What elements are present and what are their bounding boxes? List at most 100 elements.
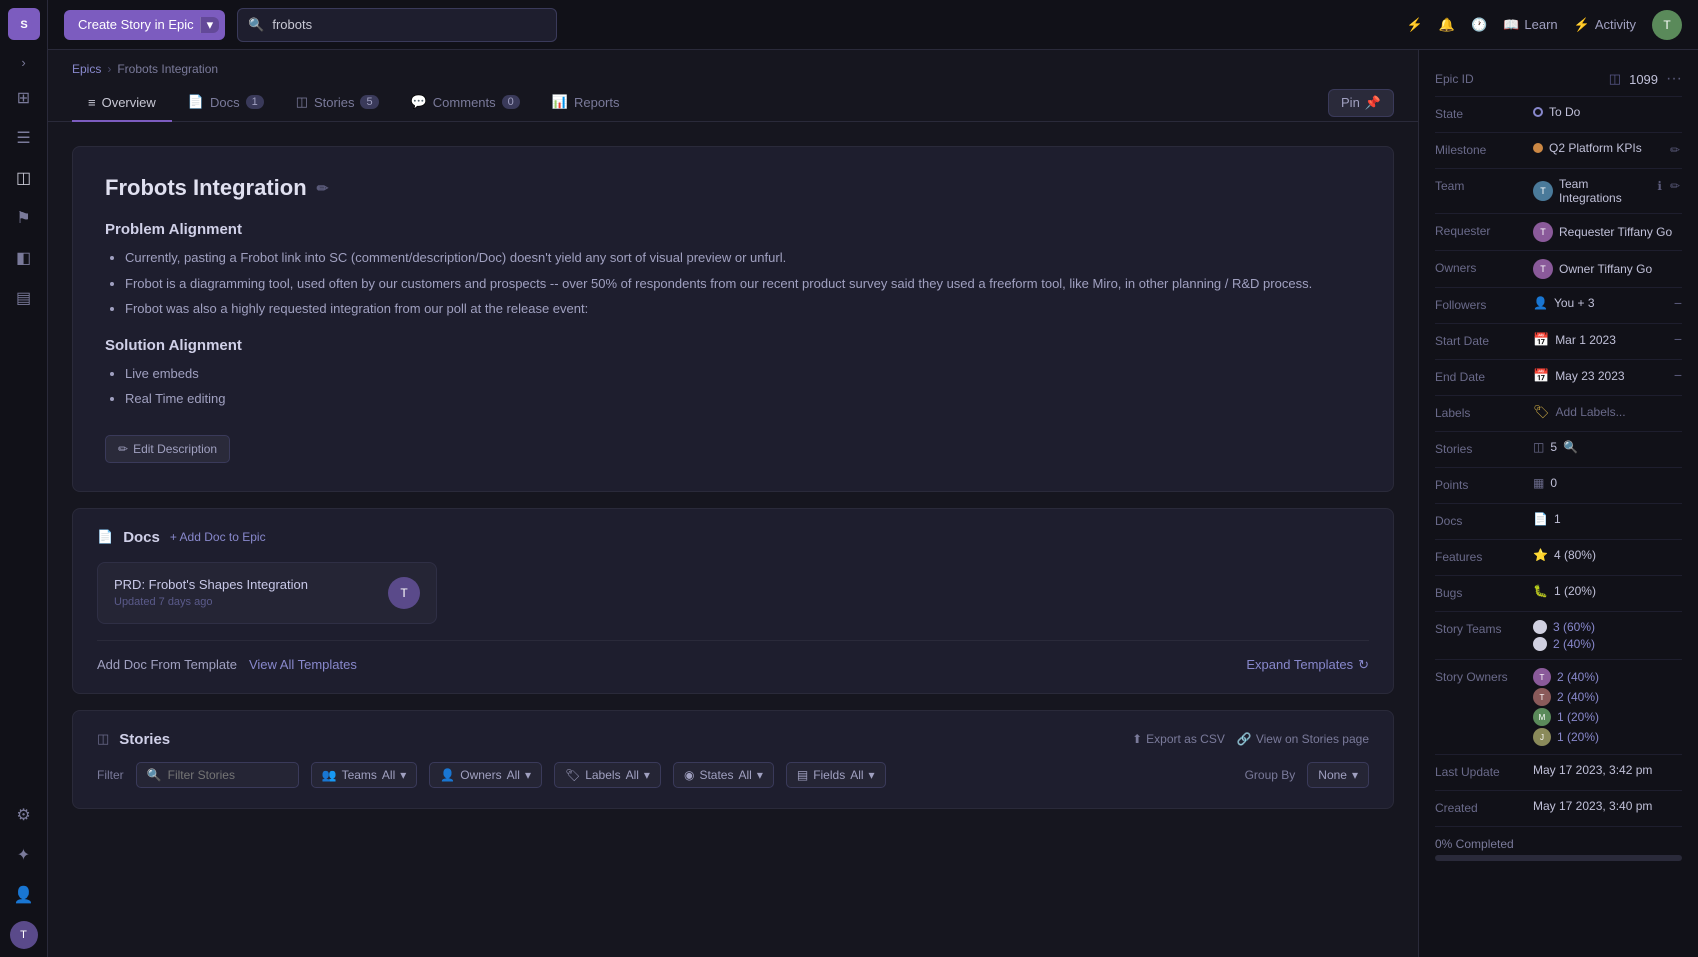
story-owners-label: Story Owners xyxy=(1435,668,1525,684)
start-date-minus-button[interactable]: − xyxy=(1674,332,1682,346)
edit-description-button[interactable]: ✏ Edit Description xyxy=(105,435,230,463)
tab-overview[interactable]: ≡ Overview xyxy=(72,85,172,122)
created-text: May 17 2023, 3:40 pm xyxy=(1533,799,1652,813)
fields-filter-label: Fields xyxy=(813,768,845,782)
stories-sidebar-label: Stories xyxy=(1435,440,1525,456)
view-all-templates-link[interactable]: View All Templates xyxy=(249,657,357,672)
bell-icon: 🔔 xyxy=(1439,17,1455,33)
flag-icon[interactable]: ⚑ xyxy=(6,200,42,236)
breadcrumb-epics-link[interactable]: Epics xyxy=(72,62,101,76)
add-doc-button[interactable]: + Add Doc to Epic xyxy=(170,530,266,544)
bell-action[interactable]: 🔔 xyxy=(1439,17,1455,33)
state-meta-row: State To Do xyxy=(1435,97,1682,133)
create-story-button[interactable]: Create Story in Epic ▾ xyxy=(64,10,225,40)
filter-search[interactable]: 🔍 xyxy=(136,762,299,788)
fields-filter-dropdown[interactable]: ▤ Fields All ▾ xyxy=(786,762,886,788)
stories-nav-icon[interactable]: ◫ xyxy=(6,160,42,196)
expand-templates-label: Expand Templates xyxy=(1246,657,1353,672)
filter-stories-input[interactable] xyxy=(168,768,288,782)
pin-button[interactable]: Pin 📌 xyxy=(1328,89,1394,117)
points-meta-row: Points ▦ 0 xyxy=(1435,468,1682,504)
team-label: Team xyxy=(1435,177,1525,193)
activity-action[interactable]: ⚡ Activity xyxy=(1574,17,1636,33)
story-team-item-1: 3 (60%) xyxy=(1533,620,1595,634)
last-update-value: May 17 2023, 3:42 pm xyxy=(1533,763,1682,777)
user-avatar-sidebar[interactable]: T xyxy=(10,921,38,949)
states-filter-dropdown[interactable]: ◉ States All ▾ xyxy=(673,762,774,788)
labels-sidebar-label: Labels xyxy=(1435,404,1525,420)
view-on-stories-button[interactable]: 🔗 View on Stories page xyxy=(1237,732,1369,746)
teams-filter-dropdown[interactable]: 👥 Teams All ▾ xyxy=(311,762,418,788)
star-icon[interactable]: ✦ xyxy=(6,837,42,873)
solution-bullets-list: Live embeds Real Time editing xyxy=(105,364,1361,409)
stories-count-icon: ◫ xyxy=(1533,440,1544,454)
followers-minus-button[interactable]: − xyxy=(1674,296,1682,310)
features-label: Features xyxy=(1435,548,1525,564)
story-team-item-2: 2 (40%) xyxy=(1533,637,1595,651)
tab-stories[interactable]: ◫ Stories 5 xyxy=(280,84,395,122)
story-team-1-percent: 3 (60%) xyxy=(1553,620,1595,634)
story-owners-value: T 2 (40%) T 2 (40%) M 1 (20%) J xyxy=(1533,668,1682,746)
group-by-select[interactable]: None ▾ xyxy=(1307,762,1369,788)
followers-meta-row: Followers 👤 You + 3 − xyxy=(1435,288,1682,324)
team-edit-button[interactable]: ✏ xyxy=(1668,177,1682,195)
search-input[interactable] xyxy=(272,17,546,32)
owners-value: T Owner Tiffany Go xyxy=(1533,259,1682,279)
labels-filter-dropdown[interactable]: 🏷 Labels All ▾ xyxy=(554,762,661,788)
tab-comments[interactable]: 💬 Comments 0 xyxy=(395,84,536,122)
tab-reports[interactable]: 📊 Reports xyxy=(536,84,636,122)
end-date-minus-button[interactable]: − xyxy=(1674,368,1682,382)
app-logo[interactable]: S xyxy=(8,8,40,40)
doc-item[interactable]: PRD: Frobot's Shapes Integration Updated… xyxy=(97,562,437,624)
activity-label: Activity xyxy=(1595,17,1636,32)
export-csv-button[interactable]: ⬆ Export as CSV xyxy=(1132,732,1225,746)
expand-templates-icon: ↻ xyxy=(1358,657,1369,673)
docs-tab-icon: 📄 xyxy=(188,94,204,110)
epic-more-options-button[interactable]: ··· xyxy=(1666,70,1682,88)
home-icon[interactable]: ⊞ xyxy=(6,80,42,116)
stories-meta-row: Stories ◫ 5 🔍 xyxy=(1435,432,1682,468)
milestone-text: Q2 Platform KPIs xyxy=(1549,141,1642,155)
stories-search-icon[interactable]: 🔍 xyxy=(1563,440,1578,454)
group-by-value: None xyxy=(1318,768,1347,782)
main-content: Epics › Frobots Integration ≡ Overview 📄… xyxy=(48,50,1418,957)
owners-filter-dropdown[interactable]: 👤 Owners All ▾ xyxy=(429,762,542,788)
export-icon: ⬆ xyxy=(1132,732,1142,746)
tab-docs[interactable]: 📄 Docs 1 xyxy=(172,84,280,122)
flash-action[interactable]: ⚡ xyxy=(1407,17,1423,33)
team-text: Team Integrations xyxy=(1559,177,1647,205)
epic-card: Frobots Integration ✏ Problem Alignment … xyxy=(72,146,1394,492)
learn-action[interactable]: 📖 Learn xyxy=(1503,17,1557,33)
clock-action[interactable]: 🕐 xyxy=(1471,17,1487,33)
edit-title-icon[interactable]: ✏ xyxy=(317,180,329,197)
edit-desc-label: Edit Description xyxy=(133,442,217,456)
pencil-icon: ✏ xyxy=(118,442,128,456)
team-info-button[interactable]: ℹ xyxy=(1655,177,1664,195)
search-bar[interactable]: 🔍 xyxy=(237,8,557,42)
create-button-label: Create Story in Epic xyxy=(78,17,194,32)
bugs-icon: 🐛 xyxy=(1533,584,1548,598)
breadcrumb: Epics › Frobots Integration xyxy=(48,50,1418,76)
requester-label: Requester xyxy=(1435,222,1525,238)
settings-icon[interactable]: ⚙ xyxy=(6,797,42,833)
layers-icon[interactable]: ◧ xyxy=(6,240,42,276)
docs-sidebar-label: Docs xyxy=(1435,512,1525,528)
last-update-label: Last Update xyxy=(1435,763,1525,779)
end-date-label: End Date xyxy=(1435,368,1525,384)
epic-id-icon: ◫ xyxy=(1609,71,1621,87)
user-avatar-topbar[interactable]: T xyxy=(1652,10,1682,40)
reports-tab-label: Reports xyxy=(574,95,620,110)
chart-icon[interactable]: ▤ xyxy=(6,280,42,316)
people-icon[interactable]: 👤 xyxy=(6,877,42,913)
story-teams-label: Story Teams xyxy=(1435,620,1525,636)
sidebar-collapse-btn[interactable]: › xyxy=(6,52,42,72)
list-icon[interactable]: ☰ xyxy=(6,120,42,156)
tabs-bar: ≡ Overview 📄 Docs 1 ◫ Stories 5 💬 Commen… xyxy=(48,84,1418,122)
milestone-edit-button[interactable]: ✏ xyxy=(1668,141,1682,159)
solution-bullet-1: Live embeds xyxy=(125,364,1361,384)
expand-templates-button[interactable]: Expand Templates ↻ xyxy=(1246,657,1369,673)
story-owner-row-1: T 2 (40%) xyxy=(1533,668,1599,686)
story-owner-row-4: J 1 (20%) xyxy=(1533,728,1599,746)
create-dropdown-arrow[interactable]: ▾ xyxy=(200,17,220,33)
points-value: ▦ 0 xyxy=(1533,476,1682,490)
